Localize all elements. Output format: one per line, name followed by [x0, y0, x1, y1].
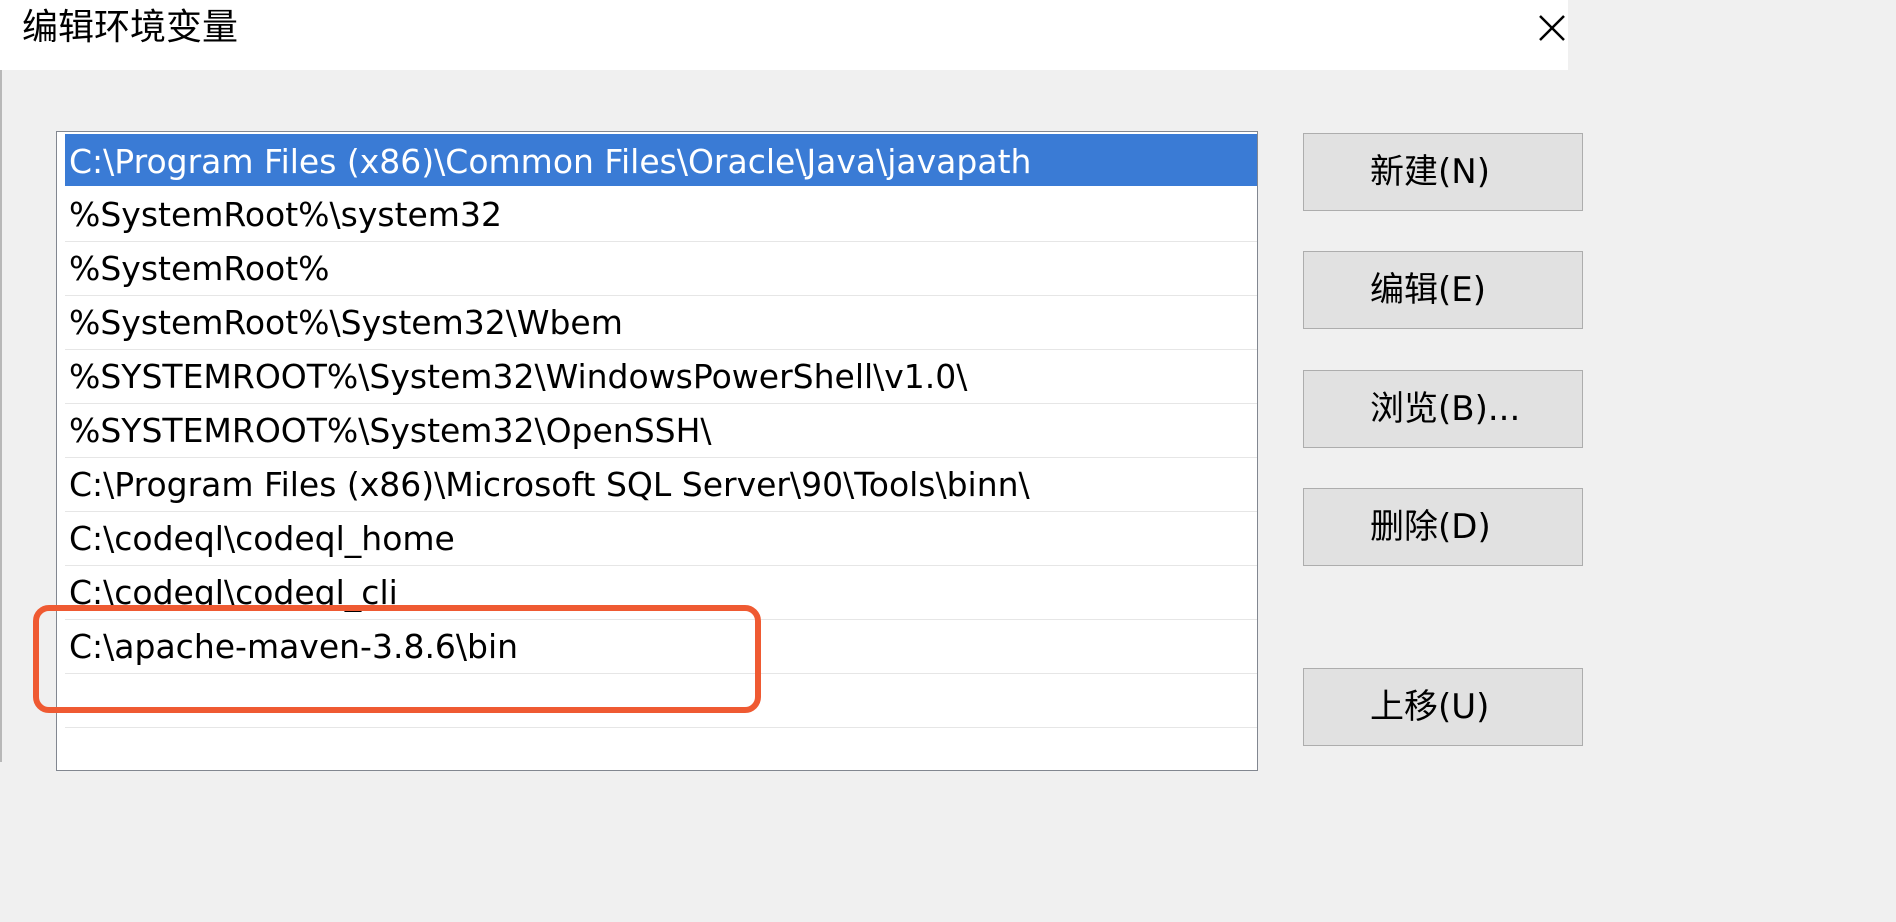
edit-environment-variable-dialog: 编辑环境变量 C:\Program Files (x86)\Common Fil…	[0, 0, 1583, 771]
close-button[interactable]	[1528, 0, 1568, 60]
path-list-item[interactable]: %SystemRoot%\System32\Wbem	[65, 296, 1257, 350]
path-list-item[interactable]: C:\codeql\codeql_home	[65, 512, 1257, 566]
new-button[interactable]: 新建(N)	[1303, 133, 1583, 211]
delete-button[interactable]: 删除(D)	[1303, 488, 1583, 566]
path-list-item[interactable]: C:\Program Files (x86)\Microsoft SQL Ser…	[65, 458, 1257, 512]
path-list-item[interactable]: C:\codeql\codeql_cli	[65, 566, 1257, 620]
edit-button[interactable]: 编辑(E)	[1303, 251, 1583, 329]
path-list-item[interactable]: C:\Program Files (x86)\Common Files\Orac…	[65, 134, 1257, 186]
path-list-item[interactable]: %SYSTEMROOT%\System32\OpenSSH\	[65, 404, 1257, 458]
path-list-item[interactable]: C:\apache-maven-3.8.6\bin	[65, 620, 1257, 674]
title-bar: 编辑环境变量	[0, 0, 1568, 70]
window-edge	[0, 70, 2, 762]
path-list[interactable]: C:\Program Files (x86)\Common Files\Orac…	[56, 131, 1258, 771]
close-icon	[1539, 15, 1565, 41]
move-up-button[interactable]: 上移(U)	[1303, 668, 1583, 746]
dialog-title: 编辑环境变量	[22, 7, 239, 48]
path-list-item[interactable]: %SystemRoot%	[65, 242, 1257, 296]
path-list-item[interactable]: %SystemRoot%\system32	[65, 188, 1257, 242]
path-list-item[interactable]	[65, 674, 1257, 728]
browse-button[interactable]: 浏览(B)...	[1303, 370, 1583, 448]
path-list-item[interactable]: %SYSTEMROOT%\System32\WindowsPowerShell\…	[65, 350, 1257, 404]
